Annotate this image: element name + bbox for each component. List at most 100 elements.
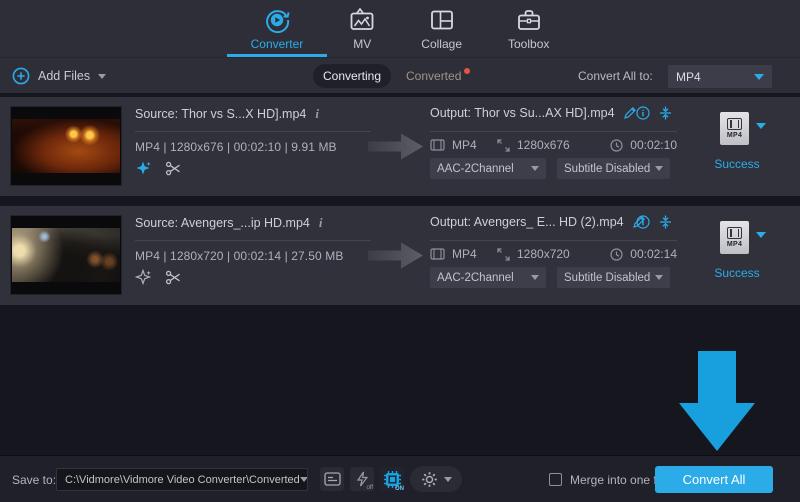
- toolbox-icon: [516, 7, 542, 33]
- film-glyph-icon: [727, 227, 742, 239]
- thumbnail-image-2: [12, 228, 120, 282]
- output-format-field-1: MP4: [430, 138, 477, 152]
- subtitle-dropdown-1[interactable]: Subtitle Disabled: [557, 158, 670, 179]
- video-thumbnail-1[interactable]: [10, 106, 122, 186]
- output-format-value: MP4: [676, 70, 701, 84]
- source-info-icon[interactable]: i: [319, 215, 323, 231]
- source-meta-2: MP4 | 1280x720 | 00:02:14 | 27.50 MB: [135, 249, 343, 263]
- file-toolbar: Add Files Converting Converted Convert A…: [0, 57, 800, 93]
- divider: [135, 240, 371, 241]
- open-folder-button[interactable]: [320, 467, 344, 491]
- source-to-output-arrow-icon: [368, 240, 423, 271]
- audio-track-dropdown-2[interactable]: AAC-2Channel: [430, 267, 546, 288]
- converting-tab-label: Converting: [323, 69, 381, 83]
- hardware-acceleration-toggle[interactable]: ON: [380, 467, 404, 491]
- output-meta-1: MP4 1280x676 00:02:10: [430, 138, 677, 154]
- tab-mv-label: MV: [353, 37, 371, 51]
- bottom-bar: Save to: C:\Vidmore\Vidmore Video Conver…: [0, 455, 800, 502]
- convert-all-to-label: Convert All to:: [578, 58, 653, 94]
- status-label-2: Success: [713, 266, 761, 280]
- tab-toolbox-label: Toolbox: [508, 37, 549, 51]
- source-meta-1: MP4 | 1280x676 | 00:02:10 | 9.91 MB: [135, 140, 337, 154]
- save-path-value: C:\Vidmore\Vidmore Video Converter\Conve…: [65, 474, 300, 486]
- add-files-button[interactable]: Add Files: [12, 58, 106, 94]
- save-path-input[interactable]: C:\Vidmore\Vidmore Video Converter\Conve…: [56, 468, 308, 491]
- converted-tab[interactable]: Converted: [406, 64, 470, 88]
- add-files-label: Add Files: [38, 69, 90, 83]
- clock-icon: [610, 139, 623, 152]
- compress-icon[interactable]: [659, 215, 672, 229]
- source-info-icon[interactable]: i: [315, 106, 319, 122]
- output-info-icon[interactable]: [636, 215, 650, 229]
- subtitle-dropdown-2[interactable]: Subtitle Disabled: [557, 267, 670, 288]
- output-duration-text-1: 00:02:10: [630, 138, 677, 152]
- high-speed-toggle[interactable]: off: [350, 467, 374, 491]
- divider: [430, 131, 677, 132]
- add-files-caret-icon: [98, 74, 106, 79]
- source-title-text-2: Source: Avengers_...ip HD.mp4: [135, 216, 310, 230]
- output-duration-text-2: 00:02:14: [630, 247, 677, 261]
- output-title-text-2: Output: Avengers_ E... HD (2).mp4: [430, 215, 624, 229]
- flash-state-label: off: [366, 485, 373, 491]
- output-info-icon[interactable]: [636, 106, 650, 120]
- badge-text-2: MP4: [727, 241, 742, 248]
- format-dropdown-caret-icon: [754, 74, 764, 80]
- divider: [430, 240, 677, 241]
- convert-all-button[interactable]: Convert All: [655, 466, 773, 493]
- source-tools-2: [135, 269, 182, 286]
- output-actions-2: [636, 215, 672, 229]
- tab-collage-label: Collage: [421, 37, 462, 51]
- source-to-output-arrow-icon: [368, 131, 423, 162]
- output-resolution-text-1: 1280x676: [517, 138, 570, 152]
- merge-checkbox[interactable]: [549, 473, 562, 486]
- video-thumbnail-2[interactable]: [10, 215, 122, 295]
- main-nav: Converter MV Collage: [0, 0, 800, 57]
- audio-option-2: AAC-2Channel: [437, 272, 514, 284]
- converter-icon: [264, 7, 290, 33]
- cut-icon[interactable]: [165, 269, 182, 286]
- output-resolution-field-1: 1280x676: [497, 138, 570, 152]
- tab-converter-label: Converter: [251, 37, 304, 51]
- settings-button[interactable]: [410, 466, 462, 492]
- converting-tab[interactable]: Converting: [313, 64, 391, 88]
- tab-converter[interactable]: Converter: [245, 0, 310, 57]
- format-icon: [430, 248, 445, 260]
- rename-icon[interactable]: [623, 106, 637, 120]
- status-label-1: Success: [713, 157, 761, 171]
- output-actions-1: [636, 106, 672, 120]
- audio-dropdown-caret-icon: [531, 275, 539, 280]
- output-title-2: Output: Avengers_ E... HD (2).mp4: [430, 215, 646, 229]
- compress-icon[interactable]: [659, 106, 672, 120]
- per-file-format-1: MP4: [720, 112, 766, 145]
- hw-accel-state-label: ON: [395, 486, 404, 492]
- output-meta-2: MP4 1280x720 00:02:14: [430, 247, 677, 263]
- output-format-dropdown[interactable]: MP4: [668, 65, 772, 88]
- file-format-badge-1[interactable]: MP4: [720, 112, 749, 145]
- badge-caret-icon[interactable]: [756, 123, 766, 129]
- tab-collage[interactable]: Collage: [415, 0, 468, 57]
- edit-effects-icon[interactable]: [135, 160, 152, 177]
- tab-toolbox[interactable]: Toolbox: [502, 0, 555, 57]
- audio-track-dropdown-1[interactable]: AAC-2Channel: [430, 158, 546, 179]
- save-path-caret-icon: [300, 477, 308, 482]
- film-glyph-icon: [727, 118, 742, 130]
- resolution-icon: [497, 139, 510, 152]
- subtitle-dropdown-caret-icon: [655, 166, 663, 171]
- tab-mv[interactable]: MV: [343, 0, 381, 57]
- clock-icon: [610, 248, 623, 261]
- pointer-arrow-graphic: [679, 351, 755, 451]
- edit-effects-icon[interactable]: [135, 269, 152, 286]
- audio-dropdown-caret-icon: [531, 166, 539, 171]
- file-format-badge-2[interactable]: MP4: [720, 221, 749, 254]
- settings-caret-icon: [444, 477, 452, 482]
- cut-icon[interactable]: [165, 160, 182, 177]
- output-resolution-text-2: 1280x720: [517, 247, 570, 261]
- save-to-label: Save to:: [12, 456, 56, 502]
- subtitle-dropdown-caret-icon: [655, 275, 663, 280]
- thumbnail-image-1: [12, 119, 120, 173]
- source-title-2: Source: Avengers_...ip HD.mp4 i: [135, 215, 323, 231]
- resolution-icon: [497, 248, 510, 261]
- mv-icon: [349, 7, 375, 33]
- badge-caret-icon[interactable]: [756, 232, 766, 238]
- source-title-text-1: Source: Thor vs S...X HD].mp4: [135, 107, 306, 121]
